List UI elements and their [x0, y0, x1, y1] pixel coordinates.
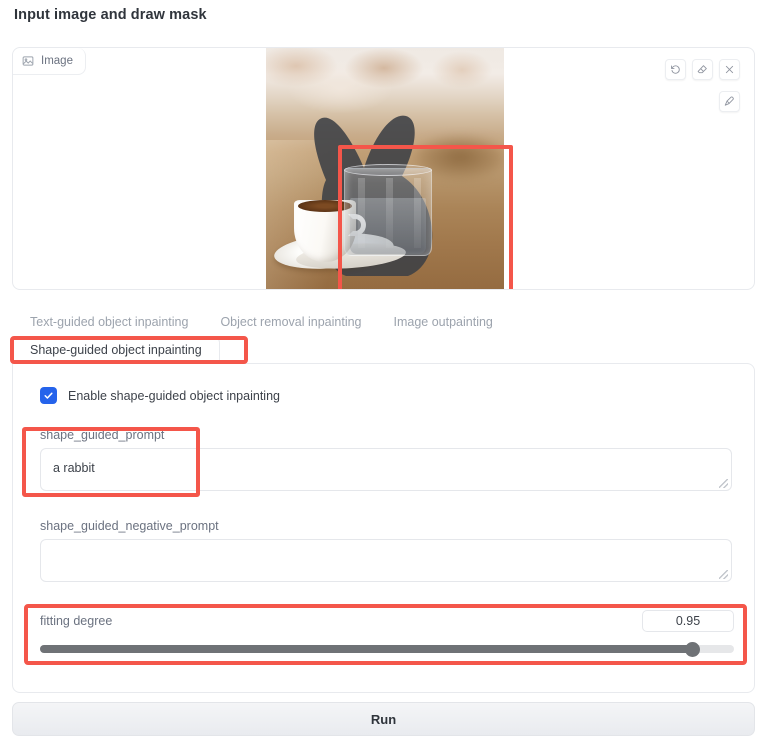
image-toolbar — [665, 59, 740, 80]
app-root: Input image and draw mask Image Text-gui… — [0, 0, 767, 748]
page-title: Input image and draw mask — [14, 7, 207, 23]
tab-object-removal-inpainting[interactable]: Object removal inpainting — [204, 311, 377, 333]
mask-region-annotation — [338, 145, 513, 289]
prompt-annotation — [22, 427, 200, 497]
image-tab[interactable]: Image — [13, 48, 86, 75]
brush-icon[interactable] — [719, 91, 740, 112]
tab-text-guided-object-inpainting[interactable]: Text-guided object inpainting — [14, 311, 204, 333]
resize-handle-icon[interactable] — [719, 479, 728, 488]
shape-guided-negative-prompt-group: shape_guided_negative_prompt — [40, 519, 732, 582]
shape-guided-negative-prompt-input[interactable] — [40, 539, 732, 582]
image-tab-label: Image — [41, 55, 73, 67]
enable-shape-guided-row[interactable]: Enable shape-guided object inpainting — [40, 387, 280, 404]
close-icon[interactable] — [719, 59, 740, 80]
shape-guided-negative-prompt-label: shape_guided_negative_prompt — [40, 519, 219, 533]
enable-shape-guided-checkbox[interactable] — [40, 387, 57, 404]
image-input-panel[interactable]: Image — [12, 47, 755, 290]
run-button[interactable]: Run — [12, 702, 755, 736]
enable-shape-guided-label: Enable shape-guided object inpainting — [68, 388, 280, 403]
tab-bar: Text-guided object inpainting Object rem… — [14, 311, 509, 333]
tab-image-outpainting[interactable]: Image outpainting — [378, 311, 509, 333]
undo-icon[interactable] — [665, 59, 686, 80]
image-icon — [22, 55, 34, 67]
fitting-degree-annotation — [24, 604, 747, 665]
active-tab-annotation — [10, 336, 248, 364]
eraser-icon[interactable] — [692, 59, 713, 80]
resize-handle-icon[interactable] — [719, 570, 728, 579]
